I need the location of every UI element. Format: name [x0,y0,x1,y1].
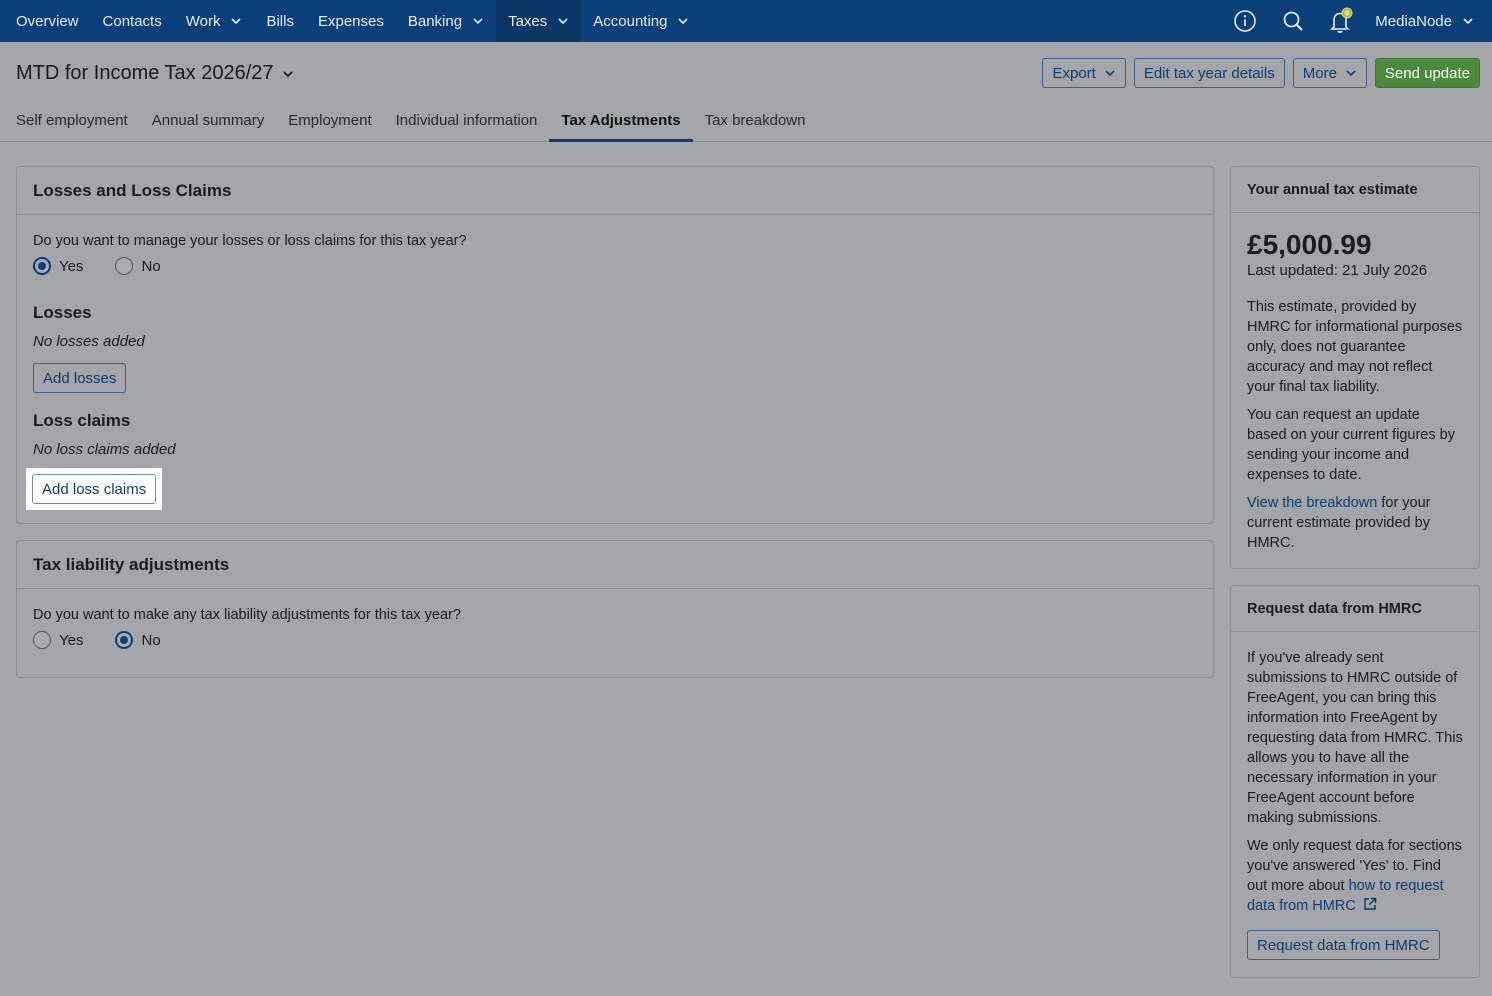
nav-label: Bills [266,12,294,30]
request-data-info: If you've already sent submissions to HM… [1247,650,1463,826]
external-link-icon [1364,897,1377,910]
losses-question: Do you want to manage your losses or los… [33,233,467,249]
liability-card-title: Tax liability adjustments [17,541,1213,589]
radio-unselected-icon [33,631,51,649]
edit-label: Edit tax year details [1143,64,1275,82]
radio-label: Yes [59,257,84,275]
tab-annual-summary[interactable]: Annual summary [140,106,277,142]
radio-label: No [141,631,161,649]
nav-label: Work [185,12,221,30]
losses-no-radio[interactable]: No [115,257,161,275]
request-data-card-title: Request data from HMRC [1231,586,1479,632]
loss-claims-section-title: Loss claims [33,411,131,430]
nav-expenses[interactable]: Expenses [306,0,396,42]
nav-taxes[interactable]: Taxes [496,0,582,42]
radio-label: No [141,257,161,275]
nav-overview[interactable]: Overview [0,0,91,42]
losses-card-title: Losses and Loss Claims [17,167,1213,215]
chevron-down-icon [282,70,293,77]
liability-question: Do you want to make any tax liability ad… [33,607,461,623]
add-loss-claims-button[interactable]: Add loss claims [32,474,157,504]
losses-radio-group: Yes No [33,257,1197,275]
send-update-button[interactable]: Send update [1374,58,1480,88]
loss-claims-empty-text: No loss claims added [33,441,176,458]
chevron-down-icon [231,18,242,25]
edit-tax-year-button[interactable]: Edit tax year details [1133,58,1285,88]
nav-accounting[interactable]: Accounting [581,0,701,42]
losses-section-title: Losses [33,303,92,322]
tab-employment[interactable]: Employment [276,106,383,142]
tab-tax-adjustments[interactable]: Tax Adjustments [549,106,693,142]
page-header: MTD for Income Tax 2026/27 Export Edit t… [0,42,1492,142]
more-button[interactable]: More [1292,58,1367,88]
nav-label: Contacts [102,12,162,30]
nav-work[interactable]: Work [174,0,255,42]
radio-unselected-icon [115,257,134,275]
nav-contacts[interactable]: Contacts [91,0,174,42]
add-loss-claims-highlight: Add loss claims [26,468,163,510]
export-label: Export [1052,64,1096,82]
tab-bar: Self employment Annual summary Employmen… [0,106,817,142]
send-label: Send update [1384,64,1470,82]
nav-label: Accounting [593,12,668,30]
estimate-disclaimer: This estimate, provided by HMRC for info… [1247,299,1463,395]
chevron-down-icon [1105,70,1115,77]
tab-self-employment[interactable]: Self employment [0,106,140,142]
chevron-down-icon [678,18,689,25]
losses-yes-radio[interactable]: Yes [33,257,83,275]
nav-banking[interactable]: Banking [396,0,496,42]
notifications-button[interactable] [1317,0,1365,42]
radio-selected-icon [115,631,134,649]
radio-selected-icon [33,257,51,275]
top-navigation: Overview Contacts Work Bills Expenses Ba… [0,0,1492,42]
more-label: More [1302,64,1337,82]
export-button[interactable]: Export [1042,58,1126,88]
view-breakdown-link[interactable]: View the breakdown [1247,495,1377,511]
estimate-update-info: You can request an update based on your … [1247,407,1455,483]
estimate-card-title: Your annual tax estimate [1231,167,1479,213]
estimate-card: Your annual tax estimate £5,000.99 Last … [1230,166,1480,569]
estimate-breakdown-text: View the breakdown for your current esti… [1247,493,1463,553]
estimate-updated: Last updated: 21 July 2026 [1247,262,1428,279]
chevron-down-icon [558,18,568,25]
liability-yes-radio[interactable]: Yes [33,631,83,649]
chevron-down-icon [473,18,483,25]
info-button[interactable] [1221,0,1269,42]
header-actions: Export Edit tax year details More Send u… [1042,58,1480,88]
request-data-card: Request data from HMRC If you've already… [1230,585,1480,978]
page-title-text: MTD for Income Tax 2026/27 [16,62,274,84]
search-button[interactable] [1269,0,1317,42]
request-data-note: We only request data for sections you've… [1247,836,1463,916]
search-icon [1283,11,1303,31]
add-losses-button[interactable]: Add losses [33,363,127,393]
chevron-down-icon [1346,70,1356,77]
radio-label: Yes [59,631,84,649]
liability-radio-group: Yes No [33,631,1197,649]
liability-no-radio[interactable]: No [115,631,161,649]
nav-label: Banking [407,12,463,30]
request-data-button[interactable]: Request data from HMRC [1247,930,1440,960]
info-icon [1234,10,1257,32]
page-title[interactable]: MTD for Income Tax 2026/27 [16,62,294,85]
bell-icon [1330,7,1353,33]
nav-bills[interactable]: Bills [254,0,306,42]
chevron-down-icon [1463,18,1473,25]
losses-card: Losses and Loss Claims Do you want to ma… [16,166,1214,524]
nav-label: Taxes [508,12,548,30]
losses-empty-text: No losses added [33,333,145,350]
nav-label: Overview [16,12,79,30]
tab-tax-breakdown[interactable]: Tax breakdown [693,106,818,142]
org-menu[interactable]: MediaNode [1365,13,1492,30]
nav-label: Expenses [317,12,384,30]
org-name: MediaNode [1375,12,1452,30]
tab-individual-information[interactable]: Individual information [384,106,550,142]
estimate-amount: £5,000.99 [1247,229,1372,260]
liability-card: Tax liability adjustments Do you want to… [16,540,1214,678]
